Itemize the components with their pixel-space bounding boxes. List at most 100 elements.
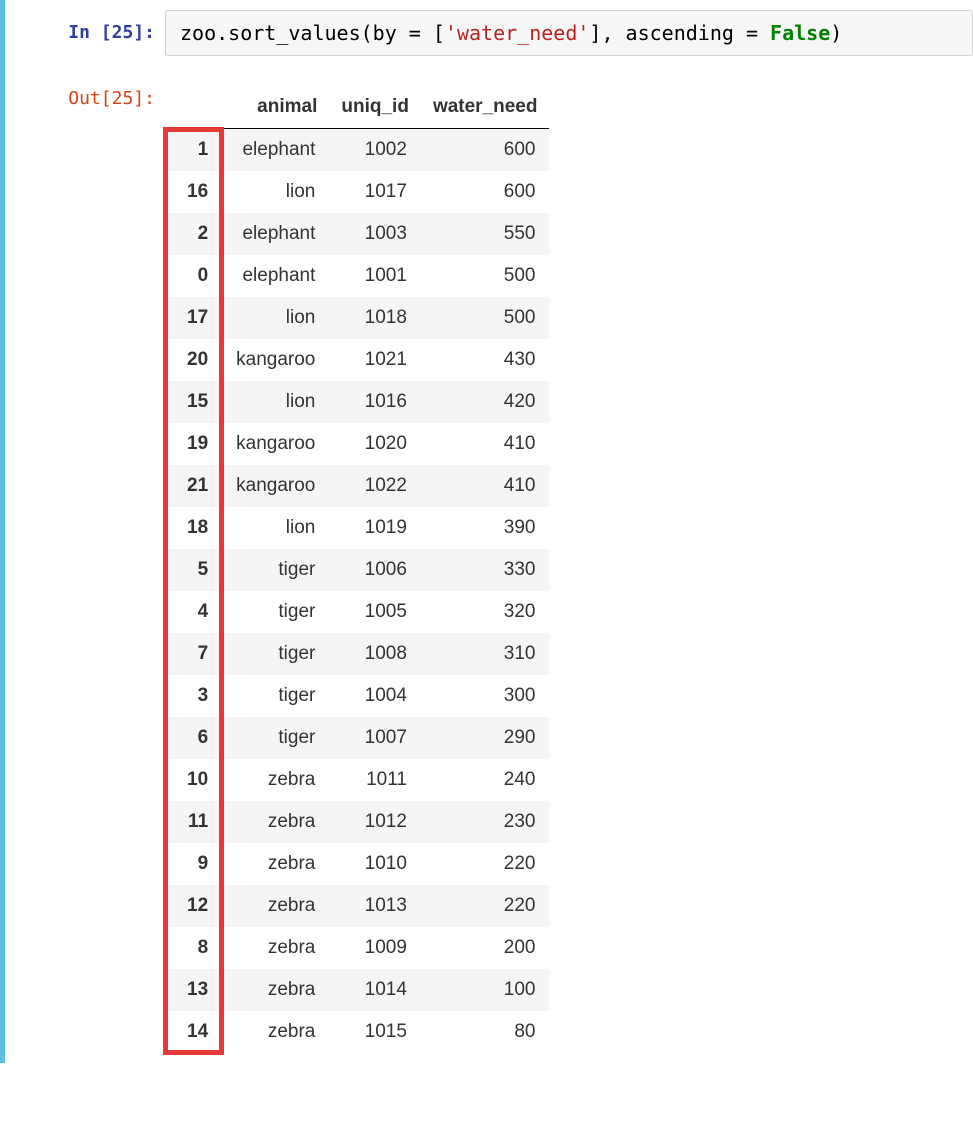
cell-water_need: 430: [421, 339, 550, 381]
row-index: 0: [165, 255, 222, 297]
cell-uniq_id: 1018: [329, 297, 421, 339]
cell-water_need: 390: [421, 507, 550, 549]
cell-water_need: 410: [421, 423, 550, 465]
cell-uniq_id: 1010: [329, 843, 421, 885]
cell-animal: lion: [222, 171, 329, 213]
cell-animal: kangaroo: [222, 465, 329, 507]
cell-animal: zebra: [222, 885, 329, 927]
header-row: animal uniq_id water_need: [165, 86, 549, 129]
cell-water_need: 550: [421, 213, 550, 255]
row-index: 12: [165, 885, 222, 927]
input-prompt: In [25]:: [5, 10, 155, 43]
cell-uniq_id: 1019: [329, 507, 421, 549]
cell-uniq_id: 1007: [329, 717, 421, 759]
row-index: 15: [165, 381, 222, 423]
cell-animal: tiger: [222, 633, 329, 675]
cell-water_need: 330: [421, 549, 550, 591]
row-index: 21: [165, 465, 222, 507]
notebook-output-cell: Out[25]: animal uniq_id water_need 1elep…: [0, 66, 973, 1063]
row-index: 20: [165, 339, 222, 381]
row-index: 16: [165, 171, 222, 213]
table-row: 0elephant1001500: [165, 255, 549, 297]
code-token: ): [830, 21, 842, 45]
cell-animal: zebra: [222, 927, 329, 969]
code-token-keyword: False: [770, 21, 830, 45]
output-area: animal uniq_id water_need 1elephant10026…: [165, 76, 973, 1053]
cell-animal: tiger: [222, 591, 329, 633]
cell-uniq_id: 1005: [329, 591, 421, 633]
col-header-water-need: water_need: [421, 86, 550, 129]
table-row: 15lion1016420: [165, 381, 549, 423]
table-row: 13zebra1014100: [165, 969, 549, 1011]
cell-water_need: 320: [421, 591, 550, 633]
table-row: 9zebra1010220: [165, 843, 549, 885]
row-index: 14: [165, 1011, 222, 1053]
cell-uniq_id: 1021: [329, 339, 421, 381]
table-row: 7tiger1008310: [165, 633, 549, 675]
table-row: 18lion1019390: [165, 507, 549, 549]
table-row: 2elephant1003550: [165, 213, 549, 255]
table-row: 1elephant1002600: [165, 129, 549, 172]
row-index: 10: [165, 759, 222, 801]
col-header-uniq-id: uniq_id: [329, 86, 421, 129]
cell-animal: zebra: [222, 969, 329, 1011]
row-index: 11: [165, 801, 222, 843]
row-index: 4: [165, 591, 222, 633]
table-row: 3tiger1004300: [165, 675, 549, 717]
row-index: 9: [165, 843, 222, 885]
notebook-cell: In [25]: zoo.sort_values(by = ['water_ne…: [0, 0, 973, 66]
cell-animal: zebra: [222, 759, 329, 801]
cell-animal: zebra: [222, 801, 329, 843]
input-area: zoo.sort_values(by = ['water_need'], asc…: [165, 10, 973, 56]
cell-uniq_id: 1004: [329, 675, 421, 717]
row-index: 7: [165, 633, 222, 675]
cell-water_need: 420: [421, 381, 550, 423]
table-row: 11zebra1012230: [165, 801, 549, 843]
cell-animal: kangaroo: [222, 423, 329, 465]
row-index: 18: [165, 507, 222, 549]
row-index: 6: [165, 717, 222, 759]
cell-uniq_id: 1003: [329, 213, 421, 255]
row-index: 2: [165, 213, 222, 255]
cell-uniq_id: 1008: [329, 633, 421, 675]
table-row: 14zebra101580: [165, 1011, 549, 1053]
cell-animal: kangaroo: [222, 339, 329, 381]
cell-animal: tiger: [222, 549, 329, 591]
cell-water_need: 200: [421, 927, 550, 969]
table-row: 21kangaroo1022410: [165, 465, 549, 507]
prompt-column: Out[25]:: [5, 76, 165, 1053]
row-index: 3: [165, 675, 222, 717]
row-index: 1: [165, 129, 222, 172]
cell-animal: lion: [222, 381, 329, 423]
cell-water_need: 100: [421, 969, 550, 1011]
cell-uniq_id: 1017: [329, 171, 421, 213]
cell-animal: elephant: [222, 255, 329, 297]
cell-water_need: 230: [421, 801, 550, 843]
cell-uniq_id: 1013: [329, 885, 421, 927]
row-index: 5: [165, 549, 222, 591]
row-index: 17: [165, 297, 222, 339]
cell-uniq_id: 1016: [329, 381, 421, 423]
cell-animal: elephant: [222, 213, 329, 255]
cell-uniq_id: 1020: [329, 423, 421, 465]
table-row: 19kangaroo1020410: [165, 423, 549, 465]
cell-animal: lion: [222, 507, 329, 549]
col-header-animal: animal: [222, 86, 329, 129]
cell-water_need: 600: [421, 129, 550, 172]
row-index: 8: [165, 927, 222, 969]
cell-uniq_id: 1014: [329, 969, 421, 1011]
cell-animal: elephant: [222, 129, 329, 172]
cell-uniq_id: 1015: [329, 1011, 421, 1053]
code-token-string: 'water_need': [445, 21, 590, 45]
cell-water_need: 220: [421, 843, 550, 885]
table-row: 5tiger1006330: [165, 549, 549, 591]
row-index: 13: [165, 969, 222, 1011]
cell-water_need: 500: [421, 255, 550, 297]
cell-uniq_id: 1022: [329, 465, 421, 507]
cell-uniq_id: 1002: [329, 129, 421, 172]
dataframe-table: animal uniq_id water_need 1elephant10026…: [165, 86, 549, 1053]
index-header-blank: [165, 86, 222, 129]
output-prompt: Out[25]:: [5, 76, 155, 109]
cell-uniq_id: 1001: [329, 255, 421, 297]
code-input[interactable]: zoo.sort_values(by = ['water_need'], asc…: [165, 10, 973, 56]
